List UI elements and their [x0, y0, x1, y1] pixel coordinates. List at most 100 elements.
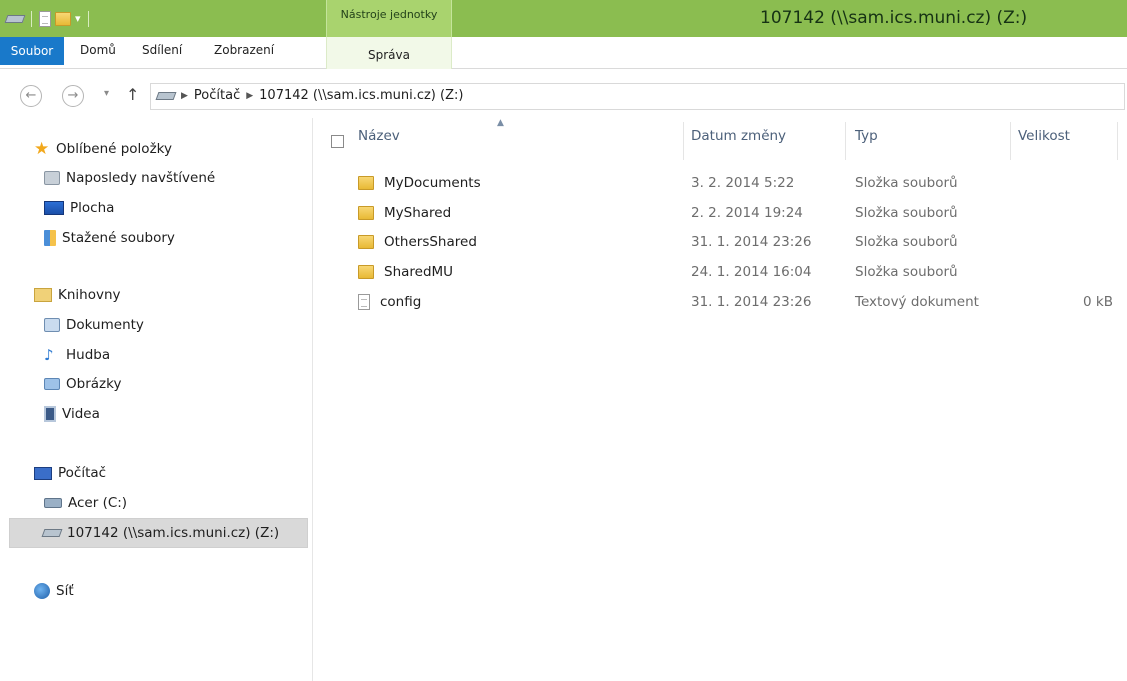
sidebar-item-downloads[interactable]: Stažené soubory: [44, 226, 175, 250]
tab-file[interactable]: Soubor: [0, 37, 64, 65]
file-row[interactable]: SharedMU 24. 1. 2014 16:04 Složka soubor…: [314, 258, 1127, 288]
tab-manage[interactable]: Správa: [326, 37, 452, 69]
up-button[interactable]: ↑: [126, 85, 139, 104]
window-title: 107142 (\\sam.ics.muni.cz) (Z:): [760, 8, 1028, 28]
breadcrumb-drive[interactable]: 107142 (\\sam.ics.muni.cz) (Z:): [259, 88, 463, 103]
file-row[interactable]: OthersShared 31. 1. 2014 23:26 Složka so…: [314, 228, 1127, 258]
column-divider[interactable]: [683, 122, 684, 160]
file-name-cell: SharedMU: [358, 264, 453, 280]
sidebar-item-desktop[interactable]: Plocha: [44, 196, 114, 220]
tab-share[interactable]: Sdílení: [142, 43, 182, 57]
file-list: ▲ Název Datum změny Typ Velikost MyDocum…: [314, 118, 1127, 681]
select-all-checkbox[interactable]: [331, 135, 344, 148]
file-name-cell: config: [358, 294, 421, 310]
properties-icon[interactable]: [39, 10, 51, 27]
sidebar-item-label: Oblíbené položky: [56, 141, 172, 157]
pictures-icon: [44, 378, 60, 390]
file-row[interactable]: MyDocuments 3. 2. 2014 5:22 Složka soubo…: [314, 169, 1127, 199]
sidebar-item-label: Dokumenty: [66, 317, 144, 333]
column-divider[interactable]: [1010, 122, 1011, 160]
libraries-icon: [34, 288, 52, 302]
sidebar-item-label: Hudba: [66, 347, 111, 363]
navigation-bar: ← → ▾ ↑ ▶ Počítač ▶ 107142 (\\sam.ics.mu…: [0, 80, 1127, 112]
sidebar-item-label: Stažené soubory: [62, 230, 175, 246]
network-drive-icon: [41, 529, 63, 537]
address-bar[interactable]: ▶ Počítač ▶ 107142 (\\sam.ics.muni.cz) (…: [150, 83, 1125, 110]
file-type: Složka souborů: [855, 264, 958, 280]
sidebar-item-libraries[interactable]: Knihovny: [34, 283, 121, 307]
sidebar-item-network[interactable]: Síť: [34, 579, 74, 603]
music-icon: ♪: [44, 346, 54, 364]
documents-icon: [44, 318, 60, 332]
sidebar-item-favorites[interactable]: ★ Oblíbené položky: [34, 137, 172, 161]
file-name: config: [380, 294, 422, 310]
column-header-name[interactable]: Název: [358, 128, 400, 144]
file-size: 0 kB: [1083, 294, 1113, 310]
downloads-icon: [44, 230, 56, 246]
file-date: 2. 2. 2014 19:24: [691, 205, 803, 221]
tab-home[interactable]: Domů: [80, 43, 116, 57]
new-folder-icon[interactable]: [55, 11, 71, 26]
breadcrumb-separator[interactable]: ▶: [246, 91, 253, 101]
sidebar-item-label: Plocha: [70, 200, 115, 216]
folder-icon: [358, 206, 374, 220]
column-header-size[interactable]: Velikost: [1018, 128, 1070, 144]
column-divider[interactable]: [1117, 122, 1118, 160]
tab-view[interactable]: Zobrazení: [214, 43, 274, 57]
star-icon: ★: [34, 139, 50, 159]
network-globe-icon: [34, 583, 50, 599]
sidebar-item-recent-places[interactable]: Naposledy navštívené: [44, 166, 215, 190]
ribbon-tabs: Soubor Domů Sdílení Zobrazení Správa: [0, 37, 1127, 69]
recent-locations-icon[interactable]: ▾: [104, 88, 109, 99]
sidebar-item-videos[interactable]: Videa: [44, 402, 100, 426]
sidebar-item-drive-z[interactable]: 107142 (\\sam.ics.muni.cz) (Z:): [9, 518, 308, 548]
file-date: 3. 2. 2014 5:22: [691, 175, 795, 191]
file-name: OthersShared: [384, 234, 477, 250]
file-row[interactable]: config 31. 1. 2014 23:26 Textový dokumen…: [314, 288, 1127, 318]
sidebar-item-label: Obrázky: [66, 376, 122, 392]
quick-access-toolbar: ▾: [0, 0, 92, 37]
file-date: 31. 1. 2014 23:26: [691, 294, 812, 310]
sidebar-item-computer[interactable]: Počítač: [34, 461, 106, 485]
qat-separator: [87, 10, 89, 27]
text-file-icon: [358, 294, 370, 310]
qat-separator: [31, 10, 32, 27]
file-type: Složka souborů: [855, 205, 958, 221]
qat-dropdown-icon[interactable]: ▾: [75, 12, 81, 25]
file-type: Složka souborů: [855, 234, 958, 250]
forward-button[interactable]: →: [62, 85, 84, 107]
sidebar-item-documents[interactable]: Dokumenty: [44, 313, 144, 337]
file-type: Textový dokument: [855, 294, 979, 310]
sidebar-item-pictures[interactable]: Obrázky: [44, 372, 121, 396]
sidebar-item-label: Síť: [56, 583, 74, 599]
file-name: SharedMU: [384, 264, 454, 280]
sidebar-item-label: Naposledy navštívené: [66, 170, 216, 186]
file-date: 24. 1. 2014 16:04: [691, 264, 812, 280]
sidebar-item-music[interactable]: ♪ Hudba: [44, 343, 110, 367]
sidebar-item-label: 107142 (\\sam.ics.muni.cz) (Z:): [67, 525, 280, 541]
sidebar-item-label: Videa: [62, 406, 100, 422]
sidebar-item-drive-c[interactable]: Acer (C:): [44, 491, 127, 515]
sidebar-item-label: Acer (C:): [68, 495, 128, 511]
computer-icon: [34, 466, 52, 480]
folder-icon: [358, 265, 374, 279]
sort-ascending-icon: ▲: [497, 118, 504, 128]
breadcrumb-computer[interactable]: Počítač: [194, 88, 240, 103]
network-drive-icon: [155, 91, 177, 100]
context-tab-group: Nástroje jednotky: [326, 0, 452, 37]
title-bar: ▾ Nástroje jednotky 107142 (\\sam.ics.mu…: [0, 0, 1127, 37]
desktop-icon: [44, 201, 64, 215]
column-divider[interactable]: [845, 122, 846, 160]
network-drive-icon[interactable]: [4, 14, 26, 23]
recent-places-icon: [44, 171, 60, 185]
back-button[interactable]: ←: [20, 85, 42, 107]
column-header-type[interactable]: Typ: [855, 128, 878, 144]
file-row[interactable]: MyShared 2. 2. 2014 19:24 Složka souborů: [314, 199, 1127, 229]
folder-icon: [358, 235, 374, 249]
file-name: MyDocuments: [384, 175, 481, 191]
column-header-date[interactable]: Datum změny: [691, 128, 786, 144]
file-type: Složka souborů: [855, 175, 958, 191]
breadcrumb-separator[interactable]: ▶: [181, 91, 188, 101]
context-tab-group-label: Nástroje jednotky: [340, 8, 438, 21]
videos-icon: [44, 406, 56, 422]
